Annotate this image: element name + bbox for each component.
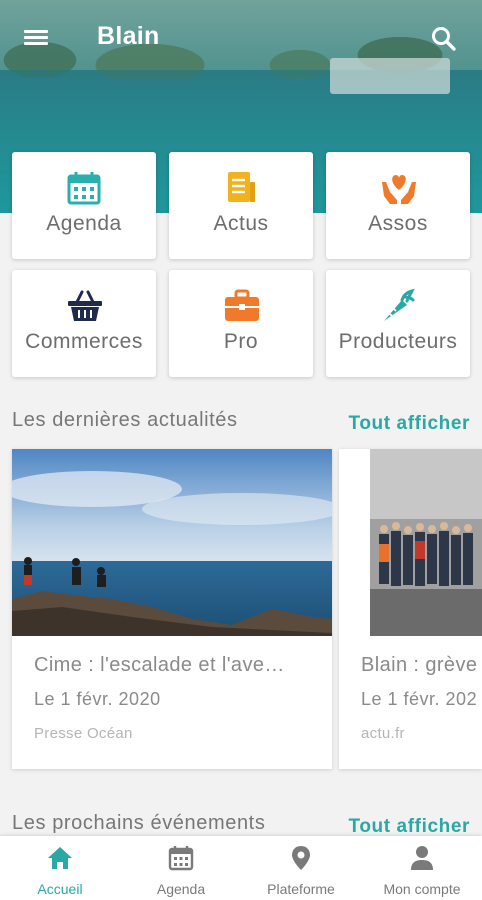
tile-commerces-label: Commerces	[25, 330, 143, 353]
tile-producteurs[interactable]: Producteurs	[326, 270, 470, 377]
heart-hands-icon	[380, 170, 416, 206]
news-card-title: Blain : grève	[361, 654, 478, 676]
location-pin-icon	[287, 844, 315, 872]
nav-agenda-label: Agenda	[156, 881, 206, 897]
tile-assos-label: Assos	[368, 212, 428, 235]
news-icon	[223, 170, 259, 206]
calendar-icon	[66, 170, 102, 206]
nav-agenda[interactable]: Agenda	[121, 836, 241, 900]
tile-assos[interactable]: Assos	[326, 152, 470, 259]
tile-pro[interactable]: Pro	[169, 270, 313, 377]
app-title: Blain	[97, 22, 160, 50]
news-card-source: Presse Océan	[34, 725, 133, 742]
news-card[interactable]: Cime : l'escalade et l'ave… Le 1 févr. 2…	[12, 449, 332, 769]
nav-plateforme-label: Plateforme	[267, 881, 335, 897]
news-image-climbing	[12, 449, 332, 636]
tile-agenda-label: Agenda	[46, 212, 122, 235]
tile-producteurs-label: Producteurs	[338, 330, 458, 353]
user-icon	[408, 844, 436, 872]
nav-mon-compte[interactable]: Mon compte	[362, 836, 482, 900]
tile-pro-label: Pro	[223, 330, 259, 353]
bottom-navigation: Accueil Agenda Plateforme Mon compte	[0, 836, 482, 900]
calendar-icon	[167, 844, 195, 872]
carrot-icon	[380, 288, 416, 324]
events-show-all-link[interactable]: Tout afficher	[349, 816, 470, 838]
news-card[interactable]: Blain : grève Le 1 févr. 202 actu.fr	[339, 449, 482, 769]
nav-accueil[interactable]: Accueil	[0, 836, 120, 900]
news-card-date: Le 1 févr. 202	[361, 689, 478, 709]
tile-agenda[interactable]: Agenda	[12, 152, 156, 259]
menu-icon[interactable]	[24, 27, 52, 51]
nav-mon-compte-label: Mon compte	[383, 881, 461, 897]
basket-icon	[66, 288, 102, 324]
tile-commerces[interactable]: Commerces	[12, 270, 156, 377]
search-icon[interactable]	[430, 25, 458, 53]
news-card-date: Le 1 févr. 2020	[34, 689, 161, 709]
news-show-all-link[interactable]: Tout afficher	[349, 413, 470, 435]
tile-actus[interactable]: Actus	[169, 152, 313, 259]
nav-plateforme[interactable]: Plateforme	[241, 836, 361, 900]
events-section-title: Les prochains événements	[12, 812, 266, 834]
briefcase-icon	[223, 288, 259, 324]
news-card-source: actu.fr	[361, 725, 405, 742]
home-icon	[46, 844, 74, 872]
news-section-title: Les dernières actualités	[12, 409, 238, 431]
tile-actus-label: Actus	[213, 212, 269, 235]
news-card-title: Cime : l'escalade et l'ave…	[34, 654, 285, 676]
nav-accueil-label: Accueil	[37, 881, 83, 897]
news-image-strike	[339, 449, 482, 636]
top-app-bar: Blain	[0, 0, 482, 78]
